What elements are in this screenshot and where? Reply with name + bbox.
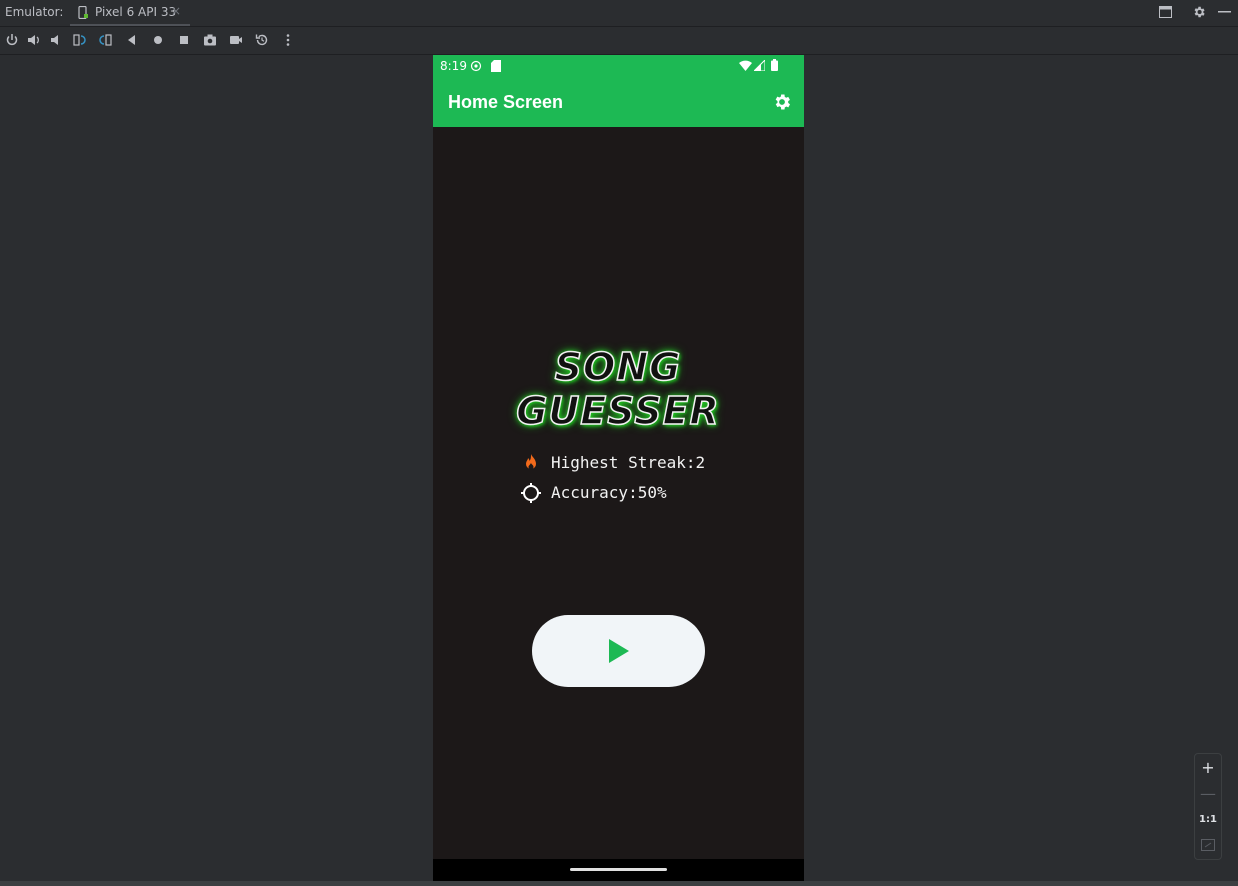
screen-record-icon[interactable] [228, 32, 244, 48]
device-tab-label: Pixel 6 API 33 [95, 5, 177, 19]
screenshot-icon[interactable] [202, 32, 218, 48]
bottom-status-strip [0, 881, 1238, 886]
song-guesser-logo: SONG GUESSER [493, 344, 743, 435]
zoom-fit-button[interactable] [1195, 832, 1221, 858]
status-bar: 8:19 [433, 55, 804, 77]
settings-gear-icon[interactable] [1192, 5, 1206, 19]
rotate-right-icon[interactable] [98, 32, 114, 48]
fit-screen-icon [1201, 839, 1215, 851]
sd-card-icon [491, 60, 501, 72]
page-title: Home Screen [448, 92, 564, 112]
play-button[interactable] [532, 615, 705, 687]
logo-line-1: SONG [554, 344, 682, 390]
battery-icon [771, 59, 778, 71]
zoom-in-button[interactable]: + [1195, 754, 1221, 780]
fire-icon [526, 454, 536, 470]
volume-up-icon[interactable] [26, 32, 42, 48]
app-bar: Home Screen [433, 77, 804, 127]
emulator-toolbar [0, 27, 1238, 55]
phone-screen: 8:19 Home Screen SONG GUESSER Highest St… [433, 55, 804, 881]
accuracy-row: Accuracy:50% [521, 481, 761, 511]
power-icon[interactable] [4, 32, 20, 48]
zoom-controls: + — 1:1 [1194, 753, 1222, 860]
overview-icon[interactable] [176, 32, 192, 48]
snapshot-icon[interactable] [254, 32, 270, 48]
logo-line-2: GUESSER [515, 388, 720, 434]
wifi-icon [739, 60, 752, 71]
device-tab[interactable]: Pixel 6 API 33 × [70, 0, 190, 26]
accuracy-text: Accuracy:50% [551, 483, 667, 502]
settings-icon[interactable] [772, 92, 792, 112]
cell-signal-icon [754, 60, 765, 71]
volume-down-icon[interactable] [48, 32, 64, 48]
play-icon [609, 639, 629, 663]
highest-streak-text: Highest Streak:2 [551, 453, 706, 472]
crosshair-icon [521, 483, 541, 503]
streak-row: Highest Streak:2 [521, 451, 761, 481]
stats-panel: Highest Streak:2 Accuracy:50% [521, 451, 761, 511]
status-time: 8:19 [440, 59, 467, 73]
emulator-title-bar: Emulator: Pixel 6 API 33 × [0, 0, 1238, 27]
zoom-out-button[interactable]: — [1195, 780, 1221, 806]
zoom-actual-size-button[interactable]: 1:1 [1195, 806, 1221, 832]
tab-close-icon[interactable]: × [171, 4, 181, 18]
rotate-left-icon[interactable] [71, 32, 87, 48]
emulator-label: Emulator: [5, 5, 64, 19]
device-icon [78, 6, 88, 19]
window-restore-icon[interactable] [1159, 6, 1172, 18]
back-icon[interactable] [124, 32, 140, 48]
home-gesture-handle[interactable] [570, 868, 667, 871]
home-icon[interactable] [150, 32, 166, 48]
gesture-nav-bar [433, 859, 804, 881]
sync-settings-icon [470, 60, 482, 72]
minimize-icon[interactable] [1218, 11, 1231, 13]
more-icon[interactable] [280, 32, 296, 48]
